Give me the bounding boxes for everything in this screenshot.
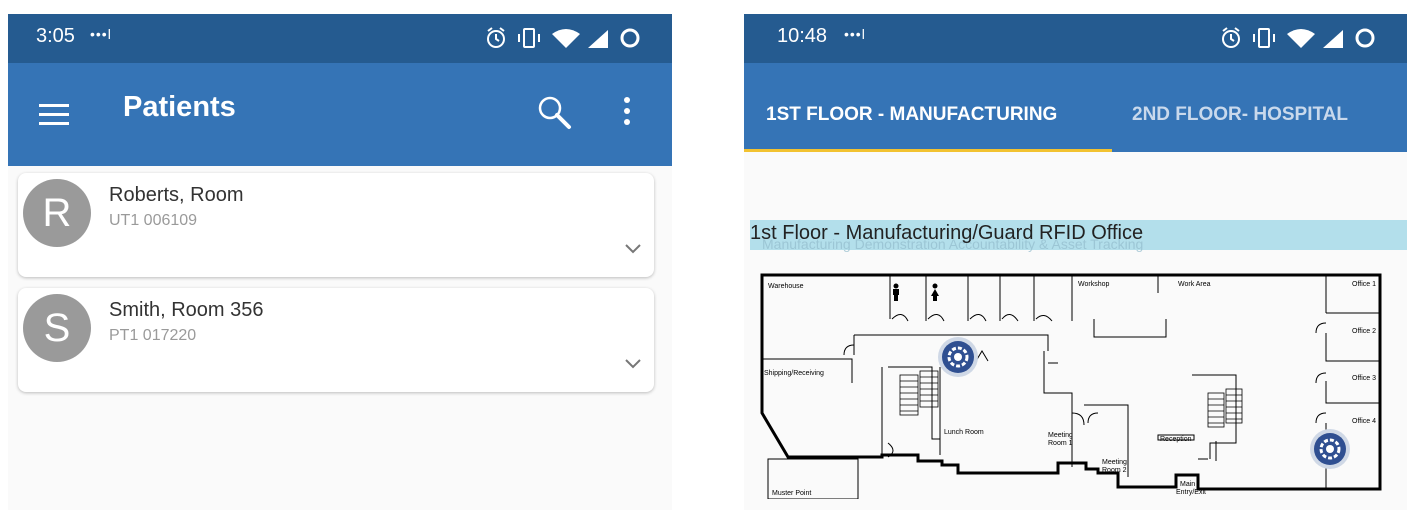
patient-card[interactable]: R Roberts, Room UT1 006109	[18, 173, 654, 277]
rfid-reader-icon[interactable]	[1310, 429, 1350, 469]
floor-plan[interactable]: Warehouse Workshop Work Area Office 1 Of…	[748, 263, 1384, 499]
avatar: R	[23, 179, 91, 247]
status-time: 10:48	[777, 25, 828, 47]
signal-icon	[1323, 30, 1343, 48]
avatar: S	[23, 294, 91, 362]
search-icon[interactable]	[537, 95, 573, 131]
room-label: Reception	[1160, 436, 1192, 443]
tab-2nd-floor[interactable]: 2ND FLOOR- HOSPITAL	[1132, 104, 1348, 126]
room-label: Shipping/Receiving	[764, 370, 824, 377]
room-label: Meeting	[1048, 432, 1073, 439]
patient-id: PT1 017220	[109, 327, 197, 344]
signal-icon	[588, 30, 608, 48]
patient-card[interactable]: S Smith, Room 356 PT1 017220	[18, 288, 654, 392]
room-label: Lunch Room	[944, 429, 984, 436]
vibrate-icon	[1253, 28, 1275, 48]
status-icons	[487, 27, 640, 48]
tab-indicator	[744, 149, 1112, 152]
alarm-icon	[1222, 27, 1240, 48]
alarm-icon	[487, 27, 505, 48]
app-bar: Patients	[8, 63, 672, 166]
menu-icon[interactable]	[39, 104, 69, 126]
status-bar: 10:48 •••l	[744, 14, 1407, 63]
notification-dots: •••l	[90, 26, 112, 42]
status-bar: 3:05 •••l	[8, 14, 672, 63]
page-title: Patients	[123, 91, 236, 123]
tab-1st-floor[interactable]: 1ST FLOOR - MANUFACTURING	[766, 104, 1057, 126]
room-label: Warehouse	[768, 283, 804, 290]
more-options-icon[interactable]	[622, 95, 632, 127]
room-label: Work Area	[1178, 281, 1211, 288]
room-label: Muster Point	[772, 490, 811, 497]
room-label: Meeting	[1102, 459, 1127, 466]
wifi-icon	[552, 29, 580, 48]
status-icons	[1222, 27, 1375, 48]
floor-map-screen: 10:48 •••l 1ST FLOOR - MANUFACTURING 2ND…	[744, 14, 1407, 510]
room-label: Main	[1180, 481, 1195, 488]
battery-icon	[1355, 28, 1375, 48]
floor-tabs: 1ST FLOOR - MANUFACTURING 2ND FLOOR- HOS…	[744, 63, 1407, 152]
status-time: 3:05	[36, 25, 75, 47]
battery-icon	[620, 28, 640, 48]
room-label: Office 1	[1352, 281, 1376, 288]
patient-name: Roberts, Room	[109, 184, 244, 206]
chevron-down-icon[interactable]	[624, 243, 642, 255]
room-label: Entry/Exit	[1176, 489, 1206, 496]
room-label: Room 2	[1102, 467, 1127, 474]
vibrate-icon	[518, 28, 540, 48]
room-label: Office 3	[1352, 375, 1376, 382]
patient-name: Smith, Room 356	[109, 299, 264, 321]
patient-id: UT1 006109	[109, 212, 198, 229]
room-label: Workshop	[1078, 281, 1109, 288]
map-title: 1st Floor - Manufacturing/Guard RFID Off…	[750, 222, 1144, 244]
rfid-reader-icon[interactable]	[938, 337, 978, 377]
map-title-bar: Manufacturing Demonstration Accountabili…	[750, 220, 1407, 252]
patients-screen: 3:05 •••l Patients R Roberts, Room UT1 0…	[8, 14, 672, 510]
room-label: Office 2	[1352, 328, 1376, 335]
room-label: Room 1	[1048, 440, 1073, 447]
restroom-icon	[893, 283, 939, 301]
room-label: Office 4	[1352, 418, 1376, 425]
notification-dots: •••l	[844, 26, 866, 42]
wifi-icon	[1287, 29, 1315, 48]
chevron-down-icon[interactable]	[624, 358, 642, 370]
